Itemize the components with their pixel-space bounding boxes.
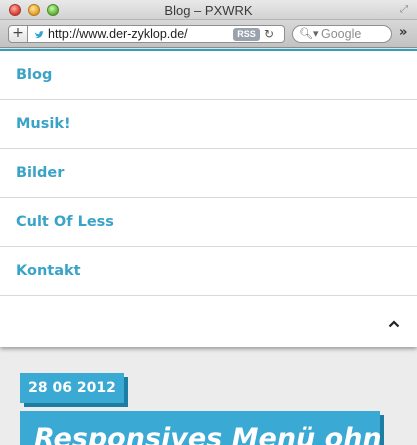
- post-date-badge: 28 06 2012: [20, 373, 124, 403]
- rss-button[interactable]: RSS: [233, 28, 260, 41]
- search-input[interactable]: 🔍︎▾ Google: [292, 25, 392, 43]
- nav-item-kontakt[interactable]: Kontakt: [0, 247, 417, 296]
- mobile-nav-menu: Blog Musik! Bilder Cult Of Less Kontakt: [0, 49, 417, 347]
- nav-item-label: Cult Of Less: [16, 214, 114, 230]
- window-title-bar: Blog – PXWRK ⤢: [0, 0, 417, 20]
- nav-item-blog[interactable]: Blog: [0, 51, 417, 100]
- browser-toolbar: + http://www.der-zyklop.de/ RSS ↻ 🔍︎▾ Go…: [0, 20, 417, 48]
- nav-item-bilder[interactable]: Bilder: [0, 149, 417, 198]
- chevron-double-right-icon[interactable]: »: [399, 25, 407, 40]
- nav-item-cult-of-less[interactable]: Cult Of Less: [0, 198, 417, 247]
- search-placeholder: Google: [321, 27, 362, 41]
- nav-item-label: Blog: [16, 67, 53, 83]
- nav-item-musik[interactable]: Musik!: [0, 100, 417, 149]
- nav-item-label: Musik!: [16, 116, 71, 132]
- address-bar[interactable]: http://www.der-zyklop.de/ RSS ↻: [28, 25, 285, 43]
- magnifier-icon[interactable]: 🔍︎▾: [299, 27, 319, 40]
- post-title-box[interactable]: Responsives Menü ohne: [20, 411, 380, 445]
- reload-icon[interactable]: ↻: [264, 27, 274, 41]
- chevron-up-icon[interactable]: [388, 320, 400, 328]
- window-title: Blog – PXWRK: [164, 3, 253, 18]
- nav-item-label: Bilder: [16, 165, 65, 181]
- post-title[interactable]: Responsives Menü ohne: [34, 423, 380, 445]
- twitter-bird-icon: [33, 30, 44, 39]
- fullscreen-icon[interactable]: ⤢: [400, 4, 411, 15]
- nav-item-label: Kontakt: [16, 263, 81, 279]
- url-text: http://www.der-zyklop.de/: [48, 27, 188, 41]
- add-bookmark-button[interactable]: +: [8, 25, 28, 43]
